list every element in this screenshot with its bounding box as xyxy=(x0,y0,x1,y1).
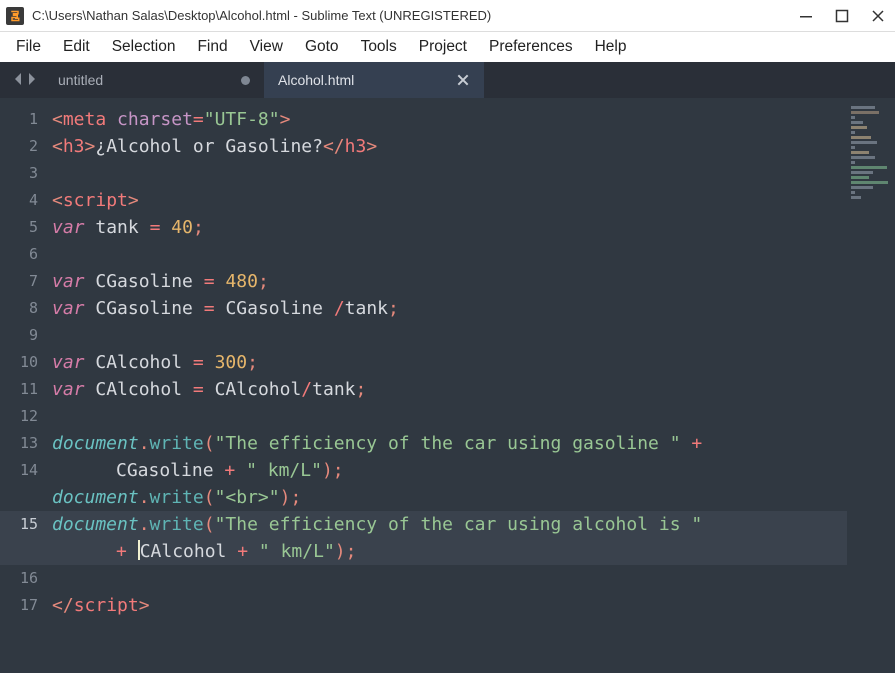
code-line: <meta charset="UTF-8"> xyxy=(52,106,847,133)
dirty-dot-icon xyxy=(241,76,250,85)
line-number: 15 xyxy=(0,511,52,565)
nav-back-icon[interactable] xyxy=(12,72,24,89)
line-number: 10 xyxy=(0,349,52,376)
line-number: 14 xyxy=(0,457,52,511)
menu-edit[interactable]: Edit xyxy=(53,34,100,60)
menu-file[interactable]: File xyxy=(6,34,51,60)
tab-label: untitled xyxy=(58,72,103,88)
code-line: document.write("<br>"); xyxy=(52,484,847,511)
nav-forward-icon[interactable] xyxy=(26,72,38,89)
code-line: var tank = 40; xyxy=(52,214,847,241)
code-view[interactable]: <meta charset="UTF-8"> <h3>¿Alcohol or G… xyxy=(52,98,847,673)
code-line: CGasoline + " km/L"); xyxy=(52,457,847,484)
line-number: 6 xyxy=(0,241,52,268)
line-number: 4 xyxy=(0,187,52,214)
tab-label: Alcohol.html xyxy=(278,72,354,88)
line-number: 2 xyxy=(0,133,52,160)
menu-project[interactable]: Project xyxy=(409,34,477,60)
code-line xyxy=(52,160,847,187)
tab-close-icon[interactable] xyxy=(456,73,470,87)
minimize-button[interactable] xyxy=(799,9,813,23)
line-number: 3 xyxy=(0,160,52,187)
menu-tools[interactable]: Tools xyxy=(351,34,407,60)
code-line: var CAlcohol = CAlcohol/tank; xyxy=(52,376,847,403)
tab-alcohol[interactable]: Alcohol.html xyxy=(264,62,484,98)
line-number: 11 xyxy=(0,376,52,403)
line-number: 7 xyxy=(0,268,52,295)
menu-view[interactable]: View xyxy=(240,34,293,60)
line-number: 8 xyxy=(0,295,52,322)
minimap[interactable] xyxy=(847,98,895,673)
code-line: var CGasoline = 480; xyxy=(52,268,847,295)
maximize-button[interactable] xyxy=(835,9,849,23)
code-line xyxy=(52,241,847,268)
line-number: 9 xyxy=(0,322,52,349)
titlebar: C:\Users\Nathan Salas\Desktop\Alcohol.ht… xyxy=(0,0,895,32)
app-icon xyxy=(6,7,24,25)
code-line xyxy=(52,565,847,592)
code-line: var CAlcohol = 300; xyxy=(52,349,847,376)
menu-selection[interactable]: Selection xyxy=(102,34,186,60)
line-number: 1 xyxy=(0,106,52,133)
code-line: <script> xyxy=(52,187,847,214)
tab-untitled[interactable]: untitled xyxy=(44,62,264,98)
menu-help[interactable]: Help xyxy=(585,34,637,60)
code-line: </script> xyxy=(52,592,847,619)
editor[interactable]: 1 2 3 4 5 6 7 8 9 10 11 12 13 14 15 16 1… xyxy=(0,98,895,673)
menu-goto[interactable]: Goto xyxy=(295,34,349,60)
line-number: 13 xyxy=(0,430,52,457)
close-button[interactable] xyxy=(871,9,885,23)
window-title: C:\Users\Nathan Salas\Desktop\Alcohol.ht… xyxy=(32,8,799,23)
code-line xyxy=(52,403,847,430)
line-number: 12 xyxy=(0,403,52,430)
code-line: document.write("The efficiency of the ca… xyxy=(52,430,847,457)
code-line: document.write("The efficiency of the ca… xyxy=(52,511,847,538)
line-number: 5 xyxy=(0,214,52,241)
gutter: 1 2 3 4 5 6 7 8 9 10 11 12 13 14 15 16 1… xyxy=(0,98,52,673)
line-number: 17 xyxy=(0,592,52,619)
menu-find[interactable]: Find xyxy=(187,34,237,60)
line-number: 16 xyxy=(0,565,52,592)
tabstrip: untitled Alcohol.html xyxy=(0,62,895,98)
code-line: <h3>¿Alcohol or Gasoline?</h3> xyxy=(52,133,847,160)
menubar: File Edit Selection Find View Goto Tools… xyxy=(0,32,895,62)
code-line: var CGasoline = CGasoline /tank; xyxy=(52,295,847,322)
code-line xyxy=(52,322,847,349)
code-line: + CAlcohol + " km/L"); xyxy=(52,538,847,565)
menu-preferences[interactable]: Preferences xyxy=(479,34,583,60)
